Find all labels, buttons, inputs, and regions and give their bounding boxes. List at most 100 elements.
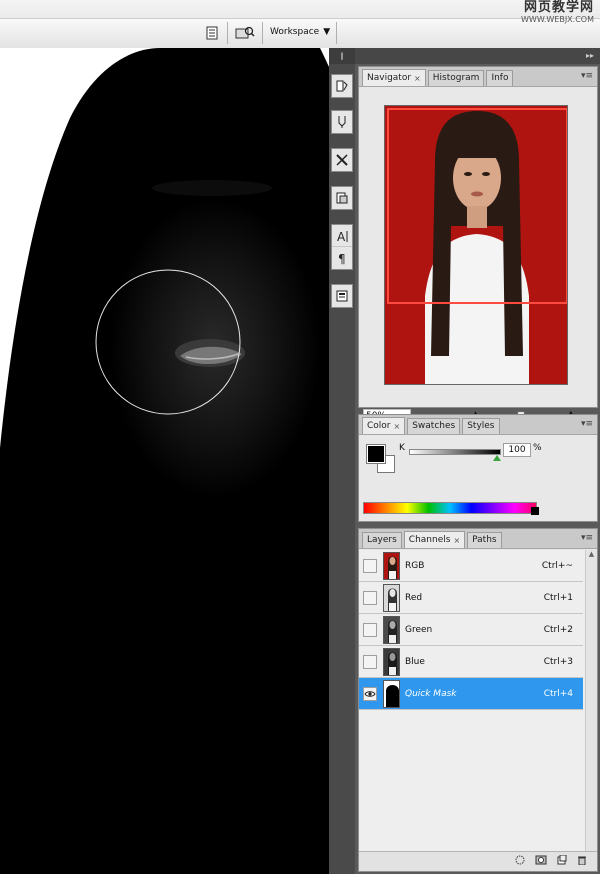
navigator-tabs: Navigator × Histogram Info ▾≡ [359, 67, 597, 87]
tab-label: Paths [472, 535, 497, 545]
eye-icon[interactable] [363, 686, 377, 701]
character-icon[interactable]: A [332, 225, 352, 247]
tab-histogram[interactable]: Histogram [427, 70, 485, 86]
color-panel: — × Color× Swatches Styles ▾≡ K 100 % [358, 413, 598, 522]
new-channel-icon[interactable] [557, 854, 567, 868]
foreground-color-swatch[interactable] [366, 444, 386, 464]
channel-shortcut: Ctrl+3 [543, 656, 573, 667]
channel-row-red[interactable]: Red Ctrl+1 [359, 582, 583, 614]
k-value-field[interactable]: 100 [503, 443, 531, 457]
tool-presets-icon[interactable] [332, 149, 352, 171]
workspace-menu[interactable]: Workspace ▼ [270, 24, 330, 40]
channel-name: Quick Mask [405, 688, 457, 699]
tab-paths[interactable]: Paths [467, 532, 502, 548]
close-icon[interactable]: × [414, 71, 421, 86]
zoom-window-icon[interactable] [234, 24, 256, 42]
tab-channels[interactable]: Channels × [403, 531, 466, 548]
tab-info[interactable]: Info [486, 70, 514, 86]
paragraph-icon[interactable]: ¶ [332, 247, 352, 269]
tab-layers[interactable]: Layers [362, 532, 402, 548]
channel-thumbnail [383, 647, 400, 676]
channel-thumbnail [383, 551, 400, 580]
panel-menu-icon[interactable]: ▾≡ [581, 533, 593, 543]
strip-group-1 [331, 74, 353, 98]
visibility-toggle[interactable] [363, 558, 377, 573]
tab-navigator[interactable]: Navigator × [362, 69, 426, 86]
panel-menu-icon[interactable]: ▾≡ [581, 71, 593, 81]
visibility-toggle[interactable] [363, 590, 377, 605]
trash-icon[interactable] [577, 855, 587, 868]
tab-swatches[interactable]: Swatches [407, 418, 461, 434]
channel-shortcut: Ctrl+~ [541, 560, 573, 571]
channel-row-blue[interactable]: Blue Ctrl+3 [359, 646, 583, 678]
navigator-preview[interactable] [384, 105, 568, 385]
separator [262, 22, 263, 44]
tab-styles[interactable]: Styles [462, 418, 500, 434]
strip-group-3 [331, 148, 353, 172]
strip-group-2 [331, 110, 353, 134]
channels-scrollbar[interactable]: ▲ ▼ [585, 550, 597, 862]
panel-menu-icon[interactable]: ▾≡ [581, 419, 593, 429]
channel-thumbnail [383, 583, 400, 612]
tab-label: Swatches [412, 421, 456, 431]
channel-thumbnail [383, 679, 400, 708]
strip-group-6 [331, 284, 353, 308]
visibility-toggle[interactable] [363, 622, 377, 637]
channels-list: RGB Ctrl+~ Red Ctrl+1 Green Ctrl+2 Blue … [359, 550, 597, 862]
channel-name: Blue [405, 656, 425, 667]
watermark-url: WWW.WEBJX.COM [521, 15, 594, 24]
brush-presets-icon[interactable] [332, 75, 352, 97]
tab-color[interactable]: Color × [362, 417, 406, 434]
channels-panel: — × Layers Channels× Paths ▾≡ RGB Ctrl+~ [358, 527, 598, 872]
collapse-strip-icon[interactable]: ‖ [329, 48, 355, 64]
channel-name: Green [405, 624, 433, 635]
k-percent: % [533, 443, 542, 453]
navigator-panel: — × Navigator× Histogram Info ▾≡ 50% [358, 65, 598, 422]
panel-icon-strip: ‖ A ¶ [329, 48, 355, 874]
workspace-label: Workspace [270, 27, 320, 37]
watermark-text: 网页教学网 [523, 0, 594, 15]
load-selection-icon[interactable] [515, 855, 525, 868]
channel-name: Red [405, 592, 423, 603]
chevron-down-icon: ▼ [323, 27, 331, 37]
layer-comps-icon[interactable] [332, 187, 352, 209]
visibility-toggle[interactable] [363, 654, 377, 669]
tab-label: Styles [467, 421, 495, 431]
channels-tabs: Layers Channels × Paths ▾≡ [359, 529, 597, 549]
channel-name: RGB [405, 560, 425, 571]
tab-label: Color [367, 420, 391, 431]
document-canvas[interactable] [0, 48, 355, 874]
close-icon[interactable]: × [453, 533, 460, 548]
channel-row-rgb[interactable]: RGB Ctrl+~ [359, 550, 583, 582]
channel-shortcut: Ctrl+1 [543, 592, 573, 603]
separator [336, 22, 337, 44]
collapse-dock-icon[interactable]: ▸▸ [355, 48, 600, 64]
tab-label: Histogram [432, 73, 480, 83]
channel-row-green[interactable]: Green Ctrl+2 [359, 614, 583, 646]
color-ramp[interactable] [363, 502, 537, 514]
svg-text:¶: ¶ [338, 252, 346, 265]
k-slider-thumb[interactable] [493, 455, 501, 461]
notes-icon[interactable] [332, 285, 352, 307]
document-icon[interactable] [204, 24, 220, 42]
k-slider[interactable] [409, 449, 501, 455]
strip-group-4 [331, 186, 353, 210]
clone-source-icon[interactable] [332, 111, 352, 133]
channel-shortcut: Ctrl+4 [543, 688, 573, 699]
color-ramp-black[interactable] [531, 507, 539, 515]
channels-footer [359, 851, 597, 871]
channel-row-quick-mask[interactable]: Quick Mask Ctrl+4 [359, 678, 583, 710]
view-rectangle[interactable] [387, 108, 567, 304]
tab-label: Channels [408, 534, 451, 545]
k-label: K [399, 443, 405, 453]
strip-group-5: A ¶ [331, 224, 353, 270]
separator [227, 22, 228, 44]
watermark: 网页教学网 WWW.WEBJX.COM [521, 0, 594, 26]
tab-label: Info [491, 73, 509, 83]
quick-mask-image [0, 48, 355, 874]
scroll-up-icon[interactable]: ▲ [586, 550, 597, 558]
tab-label: Layers [367, 535, 397, 545]
close-icon[interactable]: × [394, 419, 401, 434]
channel-shortcut: Ctrl+2 [543, 624, 573, 635]
save-selection-icon[interactable] [535, 855, 547, 868]
